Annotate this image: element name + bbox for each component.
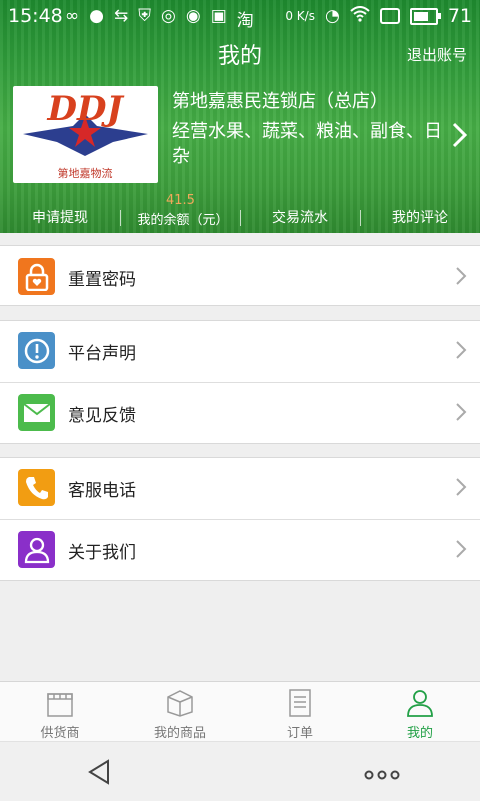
lock-icon — [18, 258, 55, 295]
battery-icon — [409, 7, 441, 25]
menu-item-reset-password[interactable]: 重置密码 — [0, 245, 480, 306]
info-icon — [18, 332, 55, 369]
chevron-right-icon — [455, 340, 467, 360]
person-icon — [18, 531, 55, 568]
store-name: 第地嘉惠民连锁店（总店） — [172, 91, 388, 112]
bottom-tab-bar: 供货商 我的商品 订单 我的 — [0, 681, 480, 742]
tab-label: 我的 — [406, 726, 433, 741]
withdraw-button[interactable]: 申请提现 — [20, 207, 100, 227]
tab-label: 供货商 — [40, 726, 80, 741]
chevron-right-icon — [455, 477, 467, 497]
shield-icon: ⛨ — [138, 6, 152, 26]
status-time: 15:48 — [8, 5, 63, 27]
system-nav-bar — [0, 741, 480, 801]
tab-suppliers[interactable]: 供货商 — [0, 682, 120, 742]
tab-orders[interactable]: 订单 — [240, 682, 360, 742]
infinity-icon: ∞ — [65, 6, 80, 26]
menu-label: 客服电话 — [68, 481, 136, 501]
tab-label: 我的商品 — [153, 726, 206, 741]
divider — [360, 210, 361, 226]
notification-icons: ∞ ● ⇆ ⛨ ◎ ◉ ▣ 淘 — [65, 6, 254, 31]
image-icon: ▣ — [210, 6, 227, 26]
balance-button[interactable]: 我的余额（元） — [128, 209, 238, 228]
chevron-right-icon — [455, 539, 467, 559]
menu-item-customer-service[interactable]: 客服电话 — [0, 457, 480, 518]
more-icon[interactable] — [364, 766, 400, 785]
stats-bar: 申请提现 41.5 我的余额（元） 交易流水 我的评论 — [0, 190, 480, 233]
menu-item-platform-statement[interactable]: 平台声明 — [0, 320, 480, 381]
battery-level: 71 — [447, 5, 472, 27]
taobao-icon: 淘 — [236, 11, 254, 31]
chevron-right-icon — [455, 266, 467, 286]
profile-header: 15:48 ∞ ● ⇆ ⛨ ◎ ◉ ▣ 淘 0 K/s ◔ 71 我的 退出账号 — [0, 0, 480, 233]
document-icon — [285, 688, 315, 718]
wifi-icon — [350, 5, 370, 27]
transactions-button[interactable]: 交易流水 — [260, 207, 340, 227]
logout-button[interactable]: 退出账号 — [407, 44, 467, 65]
menu-item-about-us[interactable]: 关于我们 — [0, 519, 480, 580]
usb-icon: ⇆ — [114, 6, 129, 26]
divider — [240, 210, 241, 226]
tab-me[interactable]: 我的 — [360, 682, 480, 742]
network-speed: 0 K/s — [285, 9, 315, 23]
weibo-icon: ◎ — [161, 6, 176, 26]
status-bar: 15:48 ∞ ● ⇆ ⛨ ◎ ◉ ▣ 淘 0 K/s ◔ 71 — [0, 0, 480, 34]
divider — [120, 210, 121, 226]
sim-icon — [379, 8, 400, 24]
store-detail-chevron-icon[interactable] — [450, 121, 470, 149]
store-description: 经营水果、蔬菜、粮油、副食、日杂 — [172, 121, 442, 167]
my-reviews-button[interactable]: 我的评论 — [380, 207, 460, 227]
store-icon — [45, 688, 75, 718]
menu-label: 平台声明 — [68, 344, 136, 364]
logo-subtext: 第地嘉物流 — [58, 166, 113, 180]
store-logo: DDJ 第地嘉物流 — [13, 86, 158, 183]
menu-label: 重置密码 — [68, 270, 136, 290]
menu-label: 关于我们 — [68, 543, 136, 563]
chat-icon: ● — [89, 6, 105, 26]
phone-icon — [18, 469, 55, 506]
balance-value: 41.5 — [166, 193, 195, 208]
person-icon — [405, 688, 435, 718]
location-icon: ◔ — [324, 6, 340, 26]
logo-text: DDJ — [46, 89, 124, 129]
box-icon — [165, 688, 195, 718]
mail-icon — [18, 394, 55, 431]
chevron-right-icon — [455, 402, 467, 422]
tab-label: 订单 — [286, 726, 313, 741]
system-status: 0 K/s ◔ 71 — [285, 5, 472, 27]
menu-item-feedback[interactable]: 意见反馈 — [0, 382, 480, 443]
tab-my-products[interactable]: 我的商品 — [120, 682, 240, 742]
wechat-icon: ◉ — [185, 6, 201, 26]
back-icon[interactable] — [86, 758, 112, 790]
menu-label: 意见反馈 — [68, 406, 136, 426]
